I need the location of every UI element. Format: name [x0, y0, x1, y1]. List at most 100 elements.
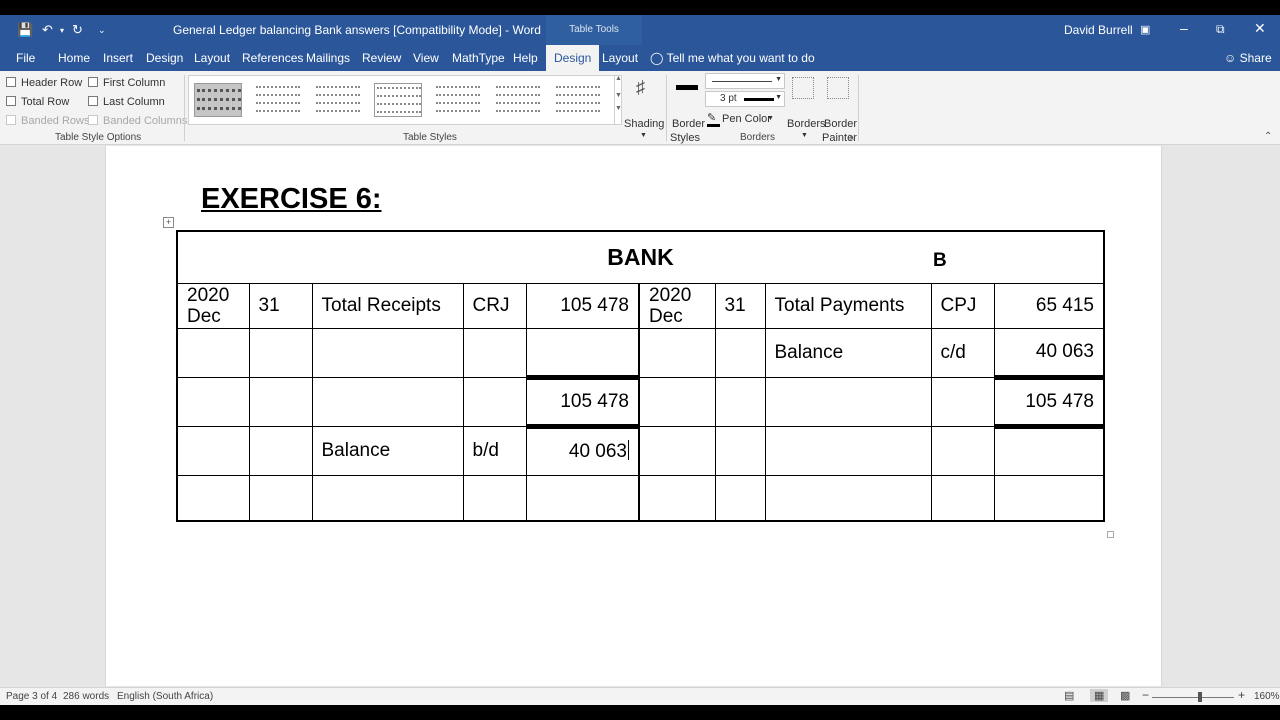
- tab-home[interactable]: Home: [58, 51, 90, 65]
- web-layout-icon[interactable]: ▩: [1120, 689, 1130, 702]
- table-cell[interactable]: 65 415: [993, 282, 1105, 329]
- minimize-icon[interactable]: –: [1180, 20, 1188, 36]
- tab-table-layout[interactable]: Layout: [602, 51, 638, 65]
- gallery-more-icon[interactable]: ▼: [615, 105, 622, 112]
- table-cell[interactable]: [930, 474, 995, 522]
- zoom-slider[interactable]: [1152, 697, 1234, 698]
- line-style-select[interactable]: ▼: [705, 73, 785, 89]
- table-cell[interactable]: [176, 327, 250, 378]
- table-cell[interactable]: [764, 474, 932, 522]
- table-cell[interactable]: [638, 425, 716, 476]
- table-cell[interactable]: [176, 376, 250, 427]
- table-cell-total[interactable]: 105 478: [525, 376, 640, 429]
- total-row-checkbox[interactable]: Total Row: [6, 96, 69, 108]
- table-style-thumb[interactable]: [434, 83, 482, 117]
- table-cell[interactable]: [462, 327, 527, 378]
- zoom-level[interactable]: 160%: [1254, 691, 1280, 702]
- table-cell[interactable]: 105 478: [525, 282, 640, 329]
- customize-toolbar-icon[interactable]: ⌄: [98, 25, 106, 36]
- table-resize-handle[interactable]: [1107, 531, 1114, 538]
- zoom-out-icon[interactable]: −: [1142, 688, 1149, 702]
- table-cell[interactable]: [311, 327, 464, 378]
- tab-table-design[interactable]: Design: [546, 45, 600, 71]
- scroll-up-icon[interactable]: ▲: [615, 75, 622, 82]
- table-cell[interactable]: Total Receipts: [311, 282, 464, 329]
- table-style-thumb[interactable]: [494, 83, 542, 117]
- table-cell[interactable]: 31: [248, 282, 313, 329]
- table-cell[interactable]: 40 063: [993, 327, 1105, 380]
- language[interactable]: English (South Africa): [117, 691, 213, 702]
- table-style-thumb[interactable]: [374, 83, 422, 117]
- table-style-thumb-grid-selected[interactable]: [194, 83, 242, 117]
- tab-file[interactable]: File: [16, 51, 35, 65]
- table-cell[interactable]: [176, 474, 250, 522]
- redo-icon[interactable]: ↻: [72, 22, 83, 38]
- table-cell[interactable]: [638, 376, 716, 427]
- table-cell[interactable]: [462, 474, 527, 522]
- table-cell-active[interactable]: 40 063: [525, 425, 640, 476]
- table-cell[interactable]: [930, 376, 995, 427]
- table-cell[interactable]: c/d: [930, 327, 995, 378]
- table-cell[interactable]: [311, 376, 464, 427]
- table-cell[interactable]: [714, 327, 766, 378]
- zoom-in-icon[interactable]: +: [1238, 688, 1245, 702]
- last-column-checkbox[interactable]: Last Column: [88, 96, 165, 108]
- table-style-thumb[interactable]: [254, 83, 302, 117]
- table-cell[interactable]: [764, 376, 932, 427]
- undo-icon[interactable]: ↶: [42, 22, 53, 38]
- table-cell[interactable]: [993, 425, 1105, 476]
- tab-layout[interactable]: Layout: [194, 51, 230, 65]
- first-column-checkbox[interactable]: First Column: [88, 77, 165, 89]
- table-cell[interactable]: [248, 327, 313, 378]
- scroll-down-icon[interactable]: ▼: [615, 92, 622, 99]
- table-cell[interactable]: [638, 474, 716, 522]
- table-cell[interactable]: [248, 474, 313, 522]
- restore-icon[interactable]: ⧉: [1216, 22, 1225, 37]
- user-name[interactable]: David Burrell: [1064, 23, 1133, 37]
- tab-mathtype[interactable]: MathType: [452, 51, 505, 65]
- table-cell[interactable]: 2020 Dec: [638, 282, 716, 329]
- table-cell[interactable]: [176, 425, 250, 476]
- close-icon[interactable]: ✕: [1254, 20, 1266, 37]
- dialog-launcher-icon[interactable]: ⇲: [848, 133, 855, 142]
- table-cell[interactable]: 31: [714, 282, 766, 329]
- tab-mailings[interactable]: Mailings: [306, 51, 350, 65]
- page[interactable]: EXERCISE 6: + BANK B 2020 Dec 31 Total R…: [105, 146, 1162, 686]
- table-cell[interactable]: Total Payments: [764, 282, 932, 329]
- save-icon[interactable]: 💾: [17, 22, 33, 38]
- tell-me-search[interactable]: ◯ Tell me what you want to do: [650, 51, 815, 65]
- table-cell[interactable]: [248, 376, 313, 427]
- ribbon-display-icon[interactable]: ▣: [1140, 23, 1150, 36]
- table-cell[interactable]: [764, 425, 932, 476]
- tab-help[interactable]: Help: [513, 51, 538, 65]
- table-move-handle-icon[interactable]: +: [163, 217, 174, 228]
- table-cell[interactable]: [248, 425, 313, 476]
- table-cell[interactable]: [638, 327, 716, 378]
- page-count[interactable]: Page 3 of 4: [6, 691, 57, 702]
- print-layout-icon[interactable]: ▦: [1090, 689, 1109, 702]
- table-cell[interactable]: 2020 Dec: [176, 282, 250, 329]
- tab-design[interactable]: Design: [146, 51, 183, 65]
- table-cell[interactable]: CPJ: [930, 282, 995, 329]
- table-cell[interactable]: [930, 425, 995, 476]
- tab-review[interactable]: Review: [362, 51, 401, 65]
- tab-view[interactable]: View: [413, 51, 439, 65]
- table-cell[interactable]: Balance: [764, 327, 932, 378]
- table-cell-total[interactable]: 105 478: [993, 376, 1105, 429]
- table-cell[interactable]: [525, 327, 640, 380]
- line-weight-select[interactable]: 3 pt ▼: [705, 91, 785, 107]
- table-cell[interactable]: [714, 425, 766, 476]
- table-cell[interactable]: [462, 376, 527, 427]
- share-button[interactable]: ☺ Share: [1224, 51, 1272, 65]
- table-cell[interactable]: [525, 474, 640, 522]
- table-style-thumb[interactable]: [314, 83, 362, 117]
- word-count[interactable]: 286 words: [63, 691, 109, 702]
- tab-references[interactable]: References: [242, 51, 303, 65]
- table-style-thumb[interactable]: [554, 83, 602, 117]
- gallery-scroll[interactable]: ▲ ▼ ▼: [614, 75, 622, 125]
- table-cell[interactable]: [714, 376, 766, 427]
- table-cell[interactable]: CRJ: [462, 282, 527, 329]
- header-row-checkbox[interactable]: Header Row: [6, 77, 82, 89]
- table-cell[interactable]: [311, 474, 464, 522]
- collapse-ribbon-icon[interactable]: ⌃: [1264, 131, 1272, 142]
